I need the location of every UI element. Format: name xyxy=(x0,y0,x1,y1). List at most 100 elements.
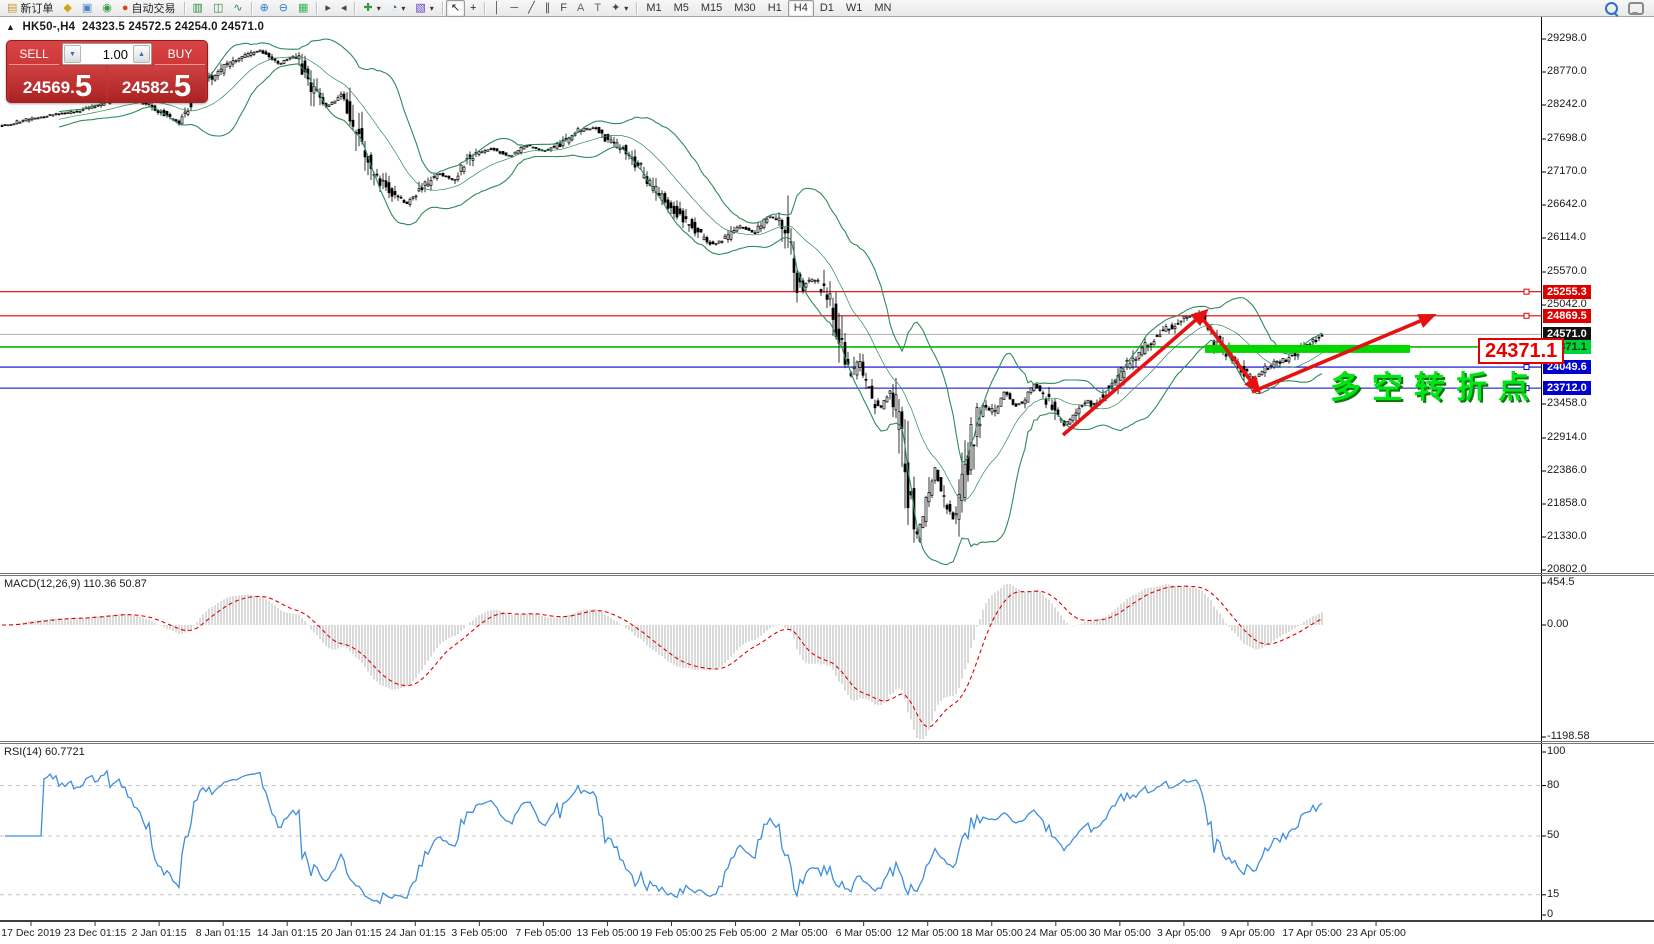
bar-chart-icon: ▥ xyxy=(192,1,203,14)
search-icon[interactable] xyxy=(1605,1,1618,15)
arrows-tool-button[interactable]: ✦ ▾ xyxy=(606,0,633,17)
trend-arrow-1[interactable] xyxy=(1061,308,1209,437)
buy-label-button[interactable]: BUY xyxy=(155,43,205,65)
candlestick-chart-button[interactable]: ◫ xyxy=(208,0,228,17)
timeframe-w1-button[interactable]: W1 xyxy=(840,0,869,17)
time-tick-label: 14 Jan 01:15 xyxy=(256,927,318,939)
volume-input[interactable]: 1.00 xyxy=(82,44,132,64)
trend-arrow-2[interactable] xyxy=(1200,316,1262,394)
equidistant-channel-icon: ∥ xyxy=(544,1,551,14)
autotrading-button[interactable]: ● 自动交易 xyxy=(117,0,181,17)
auto-scroll-icon: ◂ xyxy=(340,1,347,14)
price-tick-label: 20802.0 xyxy=(1547,563,1587,575)
zoom-out-button[interactable]: ⊖ xyxy=(274,0,293,17)
vertical-line-button[interactable]: │ xyxy=(488,0,505,17)
price-tick-label: 21858.0 xyxy=(1547,497,1587,509)
chat-icon[interactable] xyxy=(1628,1,1644,15)
level-handle[interactable] xyxy=(1523,288,1530,295)
line-chart-button[interactable]: ∿ xyxy=(228,0,247,17)
text-label-button[interactable]: T xyxy=(589,0,606,17)
tile-windows-button[interactable]: ▦ xyxy=(293,0,313,17)
time-tick-label: 30 Mar 05:00 xyxy=(1088,927,1151,939)
trendline-icon: ╱ xyxy=(528,1,535,14)
crosshair-button[interactable]: + xyxy=(465,0,481,17)
macd-tick-label: 454.5 xyxy=(1547,576,1575,588)
timeframe-m5-button[interactable]: M5 xyxy=(668,0,695,17)
buy-price-fraction: 5 xyxy=(173,68,192,103)
auto-scroll-button[interactable]: ◂ xyxy=(336,0,352,17)
time-tick-label: 17 Apr 05:00 xyxy=(1282,927,1342,939)
zoom-in-button[interactable]: ⊕ xyxy=(255,0,274,17)
time-tick-label: 7 Feb 05:00 xyxy=(515,927,572,939)
rsi-tick-label: 100 xyxy=(1547,745,1566,757)
macd-pane[interactable] xyxy=(2,583,1323,742)
toolbar-separator xyxy=(484,1,486,15)
price-tick-label: 29298.0 xyxy=(1547,32,1587,44)
symbol-collapse-icon[interactable]: ▲ xyxy=(6,22,15,32)
price-tick-label: 23458.0 xyxy=(1547,397,1587,409)
crosshair-icon: + xyxy=(470,1,477,14)
toolbar-separator xyxy=(636,1,638,15)
symbol-name: HK50-,H4 xyxy=(22,21,76,33)
alerts-button[interactable]: ◆ xyxy=(58,0,76,17)
chevron-down-icon[interactable]: ▾ xyxy=(430,4,434,13)
rsi-label: RSI(14) 60.7721 xyxy=(4,746,85,758)
timeframe-mn-button[interactable]: MN xyxy=(868,0,897,17)
rsi-line xyxy=(5,769,1323,905)
buy-price-button[interactable]: 24582. 5 xyxy=(108,66,205,103)
price-tick-label: 28770.0 xyxy=(1547,65,1587,77)
time-tick-label: 24 Jan 01:15 xyxy=(384,927,446,939)
chevron-down-icon[interactable]: ▾ xyxy=(377,4,381,13)
text-button[interactable]: A xyxy=(572,0,589,17)
zoom-in-icon: ⊕ xyxy=(259,1,269,14)
chevron-down-icon[interactable]: ▾ xyxy=(401,4,405,13)
news-button[interactable]: ◉ xyxy=(97,0,117,17)
toolbar-separator xyxy=(250,1,252,15)
sell-price-button[interactable]: 24569. 5 xyxy=(9,66,106,103)
toolbar-separator xyxy=(316,1,318,15)
price-target-annotation[interactable]: 24371.1 xyxy=(1478,338,1565,364)
timeframe-m30-button[interactable]: M30 xyxy=(728,0,761,17)
time-tick-label: 23 Dec 01:15 xyxy=(63,927,127,939)
periods-button[interactable]: ◔ ▾ xyxy=(386,0,411,17)
templates-button[interactable]: ▧ ▾ xyxy=(410,0,438,17)
trendline-button[interactable]: ╱ xyxy=(523,0,540,17)
sell-label-button[interactable]: SELL xyxy=(9,43,59,65)
timeframe-d1-button[interactable]: D1 xyxy=(814,0,840,17)
new-order-icon: ▤ xyxy=(7,1,18,14)
level-price-label-25255.3: 25255.3 xyxy=(1543,284,1591,299)
timeframe-h1-button[interactable]: H1 xyxy=(762,0,788,17)
new-order-button[interactable]: ▤ 新订单 xyxy=(2,0,58,17)
time-tick-label: 17 Dec 2019 xyxy=(1,927,61,939)
vertical-line-icon: │ xyxy=(493,1,501,14)
line-chart-icon: ∿ xyxy=(233,1,243,14)
time-tick-label: 25 Feb 05:00 xyxy=(704,927,767,939)
turning-point-annotation[interactable]: 多空转折点 xyxy=(1330,362,1540,407)
timeframe-m1-button[interactable]: M1 xyxy=(640,0,667,17)
new-order-button-label: 新订单 xyxy=(20,3,54,15)
bar-chart-button[interactable]: ▥ xyxy=(188,0,208,17)
volume-spinner: ▼ 1.00 ▲ xyxy=(62,43,152,65)
horizontal-line-button[interactable]: ─ xyxy=(505,0,523,17)
timeframe-m15-button[interactable]: M15 xyxy=(695,0,728,17)
volume-increase-button[interactable]: ▲ xyxy=(133,45,150,63)
level-handle[interactable] xyxy=(1523,312,1530,319)
add-indicator-button[interactable]: ✚ ▾ xyxy=(358,0,385,17)
template-icon: ▧ xyxy=(415,1,426,14)
cursor-button[interactable]: ↖ xyxy=(445,0,466,17)
fibonacci-button[interactable]: F xyxy=(555,0,572,17)
timeframe-h4-button[interactable]: H4 xyxy=(787,0,814,17)
mailbox-button[interactable]: ▣ xyxy=(77,0,97,17)
volume-decrease-button[interactable]: ▼ xyxy=(64,45,81,63)
bollinger-middle-band xyxy=(58,56,1323,501)
main-price-pane[interactable] xyxy=(0,38,1541,566)
cursor-icon: ↖ xyxy=(450,1,461,14)
channel-button[interactable]: ∥ xyxy=(540,0,556,17)
rsi-pane[interactable] xyxy=(0,769,1541,905)
shift-chart-button[interactable]: ▸ xyxy=(320,0,336,17)
support-highlight-band[interactable] xyxy=(1205,344,1410,353)
chart-canvas[interactable] xyxy=(0,0,1654,944)
chevron-down-icon[interactable]: ▾ xyxy=(624,4,628,13)
clock-icon: ◔ xyxy=(390,1,398,14)
bollinger-upper-band xyxy=(58,38,1323,464)
